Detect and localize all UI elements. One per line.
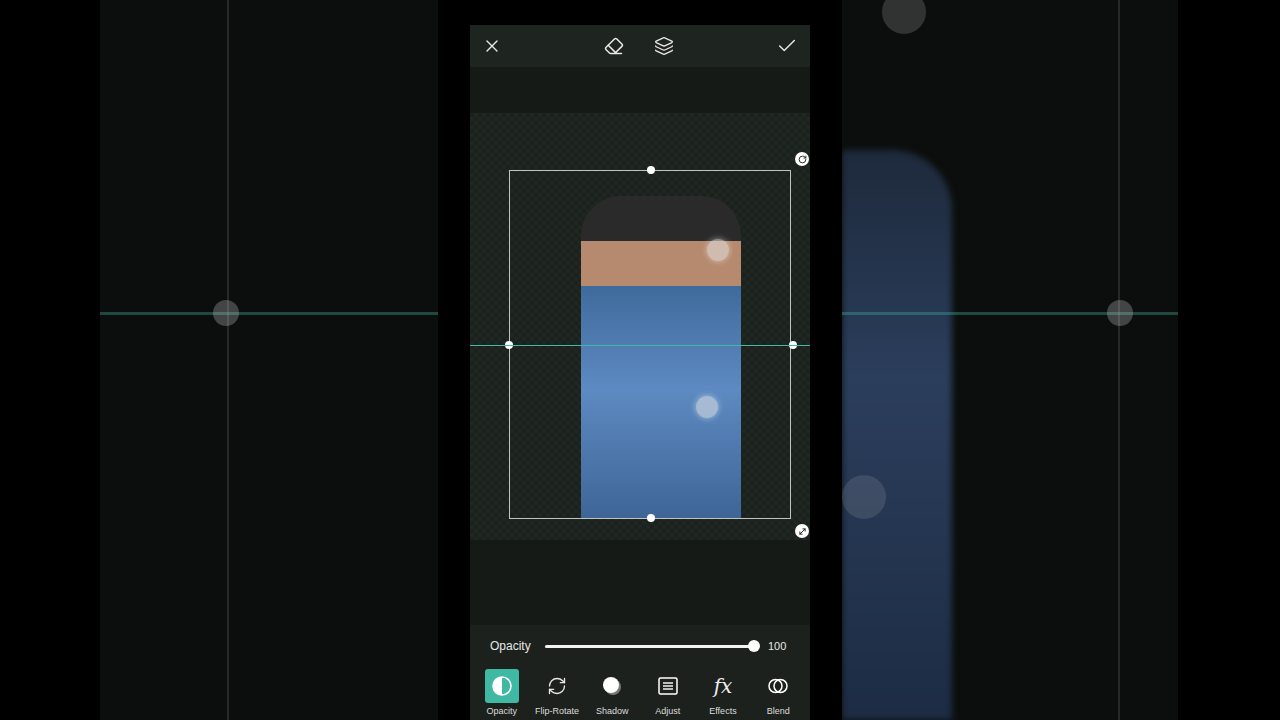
touch-indicator	[707, 239, 729, 261]
layers-icon	[654, 36, 674, 56]
check-icon	[776, 35, 798, 57]
tool-label: Effects	[709, 706, 736, 716]
opacity-slider[interactable]	[545, 645, 754, 648]
resize-icon	[798, 527, 807, 536]
canvas[interactable]	[470, 67, 810, 625]
blurred-background-left	[100, 0, 438, 720]
opacity-icon	[491, 675, 513, 697]
slider-thumb[interactable]	[748, 640, 760, 652]
adjust-icon	[657, 675, 679, 697]
close-icon	[482, 36, 502, 56]
bottom-handle[interactable]	[647, 514, 655, 522]
opacity-value: 100	[768, 640, 790, 652]
top-handle[interactable]	[647, 166, 655, 174]
layers-button[interactable]	[654, 36, 674, 56]
opacity-row: Opacity 100	[470, 625, 810, 667]
tool-button[interactable]: Flip-Rotate	[532, 669, 582, 716]
eraser-icon	[604, 36, 624, 56]
tool-label: Blend	[767, 706, 790, 716]
video-frame: Opacity 100 Opacity Flip-Rotate Shadow Adjust…	[0, 0, 1280, 720]
flip-rotate-icon	[547, 676, 567, 696]
touch-indicator	[696, 396, 718, 418]
tool-button[interactable]: Blend	[753, 669, 803, 716]
rotate-icon	[798, 155, 807, 164]
rotate-handle[interactable]	[795, 152, 809, 166]
resize-handle[interactable]	[795, 524, 809, 538]
blend-icon	[767, 675, 789, 697]
tool-bar: Opacity Flip-Rotate Shadow Adjust fx Effects B…	[470, 667, 810, 720]
shadow-icon	[601, 675, 623, 697]
phone-screen: Opacity 100 Opacity Flip-Rotate Shadow Adjust…	[470, 0, 810, 720]
tool-label: Opacity	[486, 706, 517, 716]
tool-button[interactable]: Opacity	[477, 669, 527, 716]
top-bar	[470, 25, 810, 67]
tool-label: Adjust	[655, 706, 680, 716]
tool-button[interactable]: Shadow	[587, 669, 637, 716]
blurred-background-right	[842, 0, 1178, 720]
tool-label: Shadow	[596, 706, 629, 716]
center-guide	[470, 345, 810, 346]
tool-button[interactable]: Adjust	[643, 669, 693, 716]
apply-button[interactable]	[776, 35, 798, 57]
opacity-label: Opacity	[490, 639, 531, 653]
bottom-panel: Opacity 100 Opacity Flip-Rotate Shadow Adjust…	[470, 625, 810, 720]
eraser-button[interactable]	[604, 36, 624, 56]
effects-icon: fx	[714, 674, 733, 698]
tool-button[interactable]: fx Effects	[698, 669, 748, 716]
tool-label: Flip-Rotate	[535, 706, 579, 716]
close-button[interactable]	[482, 36, 502, 56]
